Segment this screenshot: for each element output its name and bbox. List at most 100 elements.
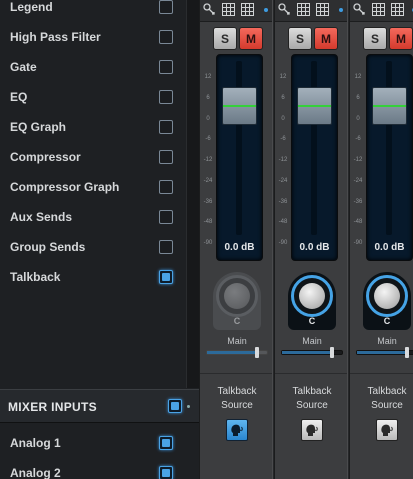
channel-strip: S M 12 6 0 -6 -12 -24 -36 -48 -90 0.0 dB C Main Talkba…: [199, 0, 273, 479]
option-row[interactable]: Talkback: [0, 263, 186, 293]
mixer-input-checkbox[interactable]: [159, 466, 173, 479]
scale-tick: 12: [354, 74, 362, 80]
fader-scale-right: [339, 54, 347, 261]
mute-button[interactable]: M: [314, 27, 338, 50]
scale-tick: -90: [278, 240, 288, 246]
scale-tick: -90: [353, 240, 363, 246]
option-checkbox[interactable]: [159, 240, 173, 254]
talkback-label-line1: Talkback: [367, 386, 407, 397]
pan-value: C: [308, 316, 316, 326]
send-label: Main: [377, 336, 397, 346]
talkback-source-button[interactable]: [226, 419, 248, 441]
scale-tick: -48: [278, 219, 288, 226]
grid-icon[interactable]: [316, 3, 329, 16]
fader-level-readout: 0.0 dB: [374, 242, 405, 253]
pan-knob[interactable]: C: [213, 272, 261, 330]
fader[interactable]: 0.0 dB: [291, 54, 338, 261]
fader-cap[interactable]: [372, 87, 407, 125]
grid-icon[interactable]: [391, 3, 404, 16]
pan-knob[interactable]: C: [363, 272, 411, 330]
fader-scale-left: 12 6 0 -6 -12 -24 -36 -48 -90: [201, 54, 215, 261]
option-checkbox[interactable]: [159, 0, 173, 14]
mute-button[interactable]: M: [389, 27, 413, 50]
send-thumb[interactable]: [330, 347, 334, 358]
option-checkbox[interactable]: [159, 270, 173, 284]
scale-tick: -6: [205, 136, 211, 143]
mute-button[interactable]: M: [239, 27, 263, 50]
fader[interactable]: 0.0 dB: [366, 54, 413, 261]
option-checkbox[interactable]: [159, 120, 173, 134]
fader[interactable]: 0.0 dB: [216, 54, 263, 261]
fader-cap[interactable]: [222, 87, 257, 125]
option-row[interactable]: EQ Graph: [0, 113, 186, 143]
option-checkbox[interactable]: [159, 210, 173, 224]
mixer-input-row[interactable]: Analog 1: [0, 429, 186, 459]
option-row[interactable]: EQ: [0, 83, 186, 113]
option-label: EQ Graph: [10, 120, 67, 134]
options-scrollbar[interactable]: [186, 0, 199, 388]
option-checkbox[interactable]: [159, 60, 173, 74]
solo-button[interactable]: S: [363, 27, 387, 50]
mixer-input-row[interactable]: Analog 2: [0, 459, 186, 479]
mixer-input-checkbox[interactable]: [159, 436, 173, 450]
fader-cap[interactable]: [297, 87, 332, 125]
solo-button[interactable]: S: [288, 27, 312, 50]
option-checkbox[interactable]: [159, 150, 173, 164]
solo-button[interactable]: S: [213, 27, 237, 50]
scale-tick: 0: [356, 115, 360, 122]
grid-icon[interactable]: [372, 3, 385, 16]
mixer-inputs-header[interactable]: MIXER INPUTS: [0, 389, 199, 423]
scale-tick: -36: [203, 198, 213, 205]
mixer-inputs-title: MIXER INPUTS: [8, 400, 97, 414]
send-thumb[interactable]: [255, 347, 259, 358]
option-row[interactable]: Compressor: [0, 143, 186, 173]
link-icon[interactable]: [278, 3, 291, 16]
option-row[interactable]: High Pass Filter: [0, 23, 186, 53]
option-checkbox[interactable]: [159, 30, 173, 44]
scale-tick: -24: [353, 177, 363, 184]
menu-dot-icon: [187, 405, 190, 408]
scale-tick: -48: [203, 219, 213, 226]
option-row[interactable]: Compressor Graph: [0, 173, 186, 203]
talkback-source-label: Talkback Source: [275, 385, 347, 413]
talkback-head-icon: [381, 424, 393, 436]
channel-strip: S M 12 6 0 -6 -12 -24 -36 -48 -90 0.0 dB C Main Talkba…: [349, 0, 413, 479]
strip-header: [350, 0, 413, 22]
options-panel: Legend High Pass Filter Gate EQ EQ Graph Comp…: [0, 0, 199, 479]
pan-knob-ring: [291, 275, 333, 317]
mixer-inputs-checkbox[interactable]: [168, 399, 182, 413]
scale-tick: 6: [281, 94, 285, 101]
option-label: Gate: [10, 60, 37, 74]
scale-tick: -36: [353, 198, 363, 205]
grid-icon[interactable]: [222, 3, 235, 16]
talkback-label-line1: Talkback: [217, 386, 257, 397]
option-row[interactable]: Legend: [0, 0, 186, 23]
talkback-source-button[interactable]: [301, 419, 323, 441]
scale-tick: -36: [278, 198, 288, 205]
scale-tick: -12: [353, 157, 363, 163]
grid-icon[interactable]: [241, 3, 254, 16]
option-row[interactable]: Gate: [0, 53, 186, 83]
mixer-input-label: Analog 1: [10, 436, 61, 450]
talkback-source-button[interactable]: [376, 419, 398, 441]
option-checkbox[interactable]: [159, 180, 173, 194]
link-icon[interactable]: [353, 3, 366, 16]
talkback-head-icon: [231, 424, 243, 436]
send-thumb[interactable]: [405, 347, 409, 358]
fader-indicator: [298, 105, 331, 107]
pan-knob[interactable]: C: [288, 272, 336, 330]
pan-knob-ring: [216, 275, 258, 317]
main-send-slider[interactable]: [281, 347, 343, 358]
main-send-slider[interactable]: [356, 347, 413, 358]
status-dot-icon: [339, 8, 343, 12]
divider: [200, 373, 272, 374]
option-checkbox[interactable]: [159, 90, 173, 104]
link-icon[interactable]: [203, 3, 216, 16]
option-row[interactable]: Aux Sends: [0, 203, 186, 233]
divider: [275, 373, 347, 374]
main-send-slider[interactable]: [206, 347, 268, 358]
option-row[interactable]: Group Sends: [0, 233, 186, 263]
fader-indicator: [373, 105, 406, 107]
grid-icon[interactable]: [297, 3, 310, 16]
scale-tick: 0: [206, 115, 210, 122]
